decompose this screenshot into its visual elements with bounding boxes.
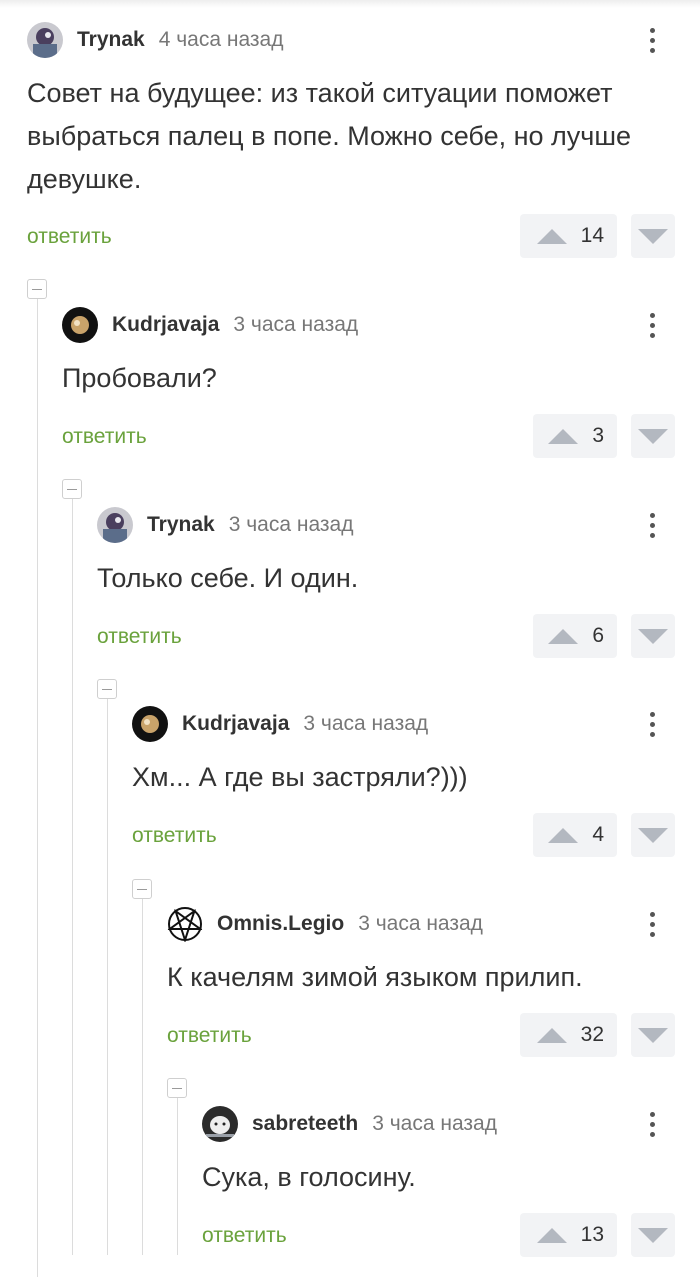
comment-header: sabreteeth 3 часа назад [202, 1106, 497, 1142]
comment-text: Только себе. И один. [97, 563, 359, 593]
comment-header: Omnis.Legio 3 часа назад [167, 906, 483, 942]
downvote-button[interactable] [631, 214, 675, 258]
downvote-icon [638, 827, 668, 843]
comment-time[interactable]: 3 часа назад [233, 313, 358, 337]
upvote-button[interactable]: 4 [533, 813, 617, 857]
downvote-icon [638, 628, 668, 644]
upvote-button[interactable]: 14 [520, 214, 617, 258]
downvote-icon [638, 428, 668, 444]
vote-block: 14 [0, 214, 675, 258]
comment-text: Совет на будущее: из такой ситуации помо… [27, 78, 632, 194]
comment: Omnis.Legio 3 часа назад К качелям зимой… [0, 906, 700, 1106]
vote-block: 4 [0, 813, 675, 857]
upvote-button[interactable]: 6 [533, 614, 617, 658]
collapse-icon[interactable] [27, 279, 47, 299]
vote-block: 3 [0, 414, 675, 458]
more-icon[interactable] [645, 307, 659, 343]
comment: Kudrjavaja 3 часа назад Хм... А где вы з… [0, 706, 700, 906]
downvote-button[interactable] [631, 813, 675, 857]
author-name[interactable]: Omnis.Legio [217, 912, 344, 936]
comment-header: Kudrjavaja 3 часа назад [62, 307, 358, 343]
author-name[interactable]: Kudrjavaja [112, 313, 219, 337]
downvote-button[interactable] [631, 1013, 675, 1057]
comment-text: Сука, в голосину. [202, 1162, 416, 1192]
upvote-button[interactable]: 13 [520, 1213, 617, 1257]
downvote-button[interactable] [631, 614, 675, 658]
kudrjavaja-avatar[interactable] [62, 307, 98, 343]
more-icon[interactable] [645, 706, 659, 742]
comment-time[interactable]: 3 часа назад [303, 712, 428, 736]
rating-score: 13 [580, 1223, 604, 1246]
more-icon[interactable] [645, 906, 659, 942]
upvote-icon [548, 628, 579, 644]
kudrjavaja-avatar[interactable] [132, 706, 168, 742]
author-name[interactable]: Trynak [147, 513, 215, 537]
more-icon[interactable] [645, 1106, 659, 1142]
top-shade [0, 0, 700, 8]
comment-time[interactable]: 3 часа назад [229, 513, 354, 537]
comment-time[interactable]: 4 часа назад [159, 28, 284, 52]
upvote-icon [536, 1227, 567, 1243]
vote-block: 6 [0, 614, 675, 658]
upvote-button[interactable]: 32 [520, 1013, 617, 1057]
comment: Kudrjavaja 3 часа назад Пробовали? ответ… [0, 307, 700, 507]
rating-score: 14 [580, 224, 604, 247]
upvote-icon [536, 228, 567, 244]
more-icon[interactable] [645, 507, 659, 543]
comment: sabreteeth 3 часа назад Сука, в голосину… [0, 1106, 700, 1277]
downvote-icon [638, 228, 668, 244]
comment-time[interactable]: 3 часа назад [358, 912, 483, 936]
rating-score: 6 [592, 624, 604, 647]
vote-block: 13 [0, 1213, 675, 1257]
rating-score: 3 [592, 424, 604, 447]
comment: Trynak 3 часа назад Только себе. И один.… [0, 507, 700, 707]
comment-text: Пробовали? [62, 363, 217, 393]
comment-header: Trynak 4 часа назад [27, 22, 283, 58]
trynak-avatar[interactable] [97, 507, 133, 543]
rating-score: 32 [580, 1023, 604, 1046]
upvote-icon [548, 827, 579, 843]
comment-header: Kudrjavaja 3 часа назад [132, 706, 428, 742]
trynak-avatar[interactable] [27, 22, 63, 58]
author-name[interactable]: sabreteeth [252, 1112, 358, 1136]
upvote-button[interactable]: 3 [533, 414, 617, 458]
rating-score: 4 [592, 823, 604, 846]
comment-time[interactable]: 3 часа назад [372, 1112, 497, 1136]
upvote-icon [536, 1027, 567, 1043]
comment-text: Хм... А где вы застряли?))) [132, 762, 468, 792]
more-icon[interactable] [645, 22, 659, 58]
comment-text: К качелям зимой языком прилип. [167, 962, 583, 992]
comment: Trynak 4 часа назад Совет на будущее: из… [0, 22, 700, 258]
pentagram-avatar[interactable] [167, 906, 203, 942]
downvote-icon [638, 1227, 668, 1243]
upvote-icon [548, 428, 579, 444]
downvote-button[interactable] [631, 1213, 675, 1257]
author-name[interactable]: Kudrjavaja [182, 712, 289, 736]
sabreteeth-avatar[interactable] [202, 1106, 238, 1142]
comment-header: Trynak 3 часа назад [97, 507, 353, 543]
author-name[interactable]: Trynak [77, 28, 145, 52]
downvote-icon [638, 1027, 668, 1043]
vote-block: 32 [0, 1013, 675, 1057]
downvote-button[interactable] [631, 414, 675, 458]
